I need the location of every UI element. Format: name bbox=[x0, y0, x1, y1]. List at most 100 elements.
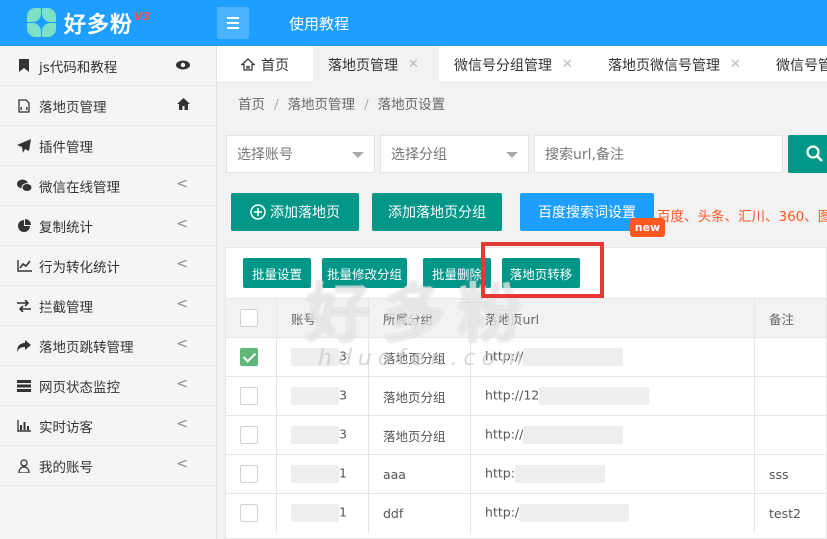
checkbox[interactable] bbox=[240, 426, 258, 444]
url-cell[interactable]: http:// bbox=[485, 349, 523, 364]
sidebar-item-wechat-online[interactable]: 微信在线管理 < bbox=[0, 166, 216, 206]
bookmark-icon bbox=[16, 58, 32, 74]
search-input[interactable]: 搜索url,备注 bbox=[534, 135, 783, 173]
wechat-icon bbox=[16, 178, 32, 194]
url-cell[interactable]: http:// bbox=[485, 427, 523, 442]
sidebar-item-label: 微信在线管理 bbox=[39, 179, 120, 196]
sidebar-item-redirect[interactable]: 落地页跳转管理 < bbox=[0, 326, 216, 366]
close-icon[interactable]: ✕ bbox=[730, 57, 741, 72]
sidebar: js代码和教程 落地页管理 插件管理 微信在线管理 < 复制统计 < 行为转化统… bbox=[0, 46, 217, 539]
group-select[interactable]: 选择分组 bbox=[380, 135, 529, 173]
group-cell: aaa bbox=[368, 454, 472, 494]
sidebar-item-landing-pages[interactable]: 落地页管理 bbox=[0, 86, 216, 126]
search-button[interactable] bbox=[788, 135, 827, 173]
sidebar-item-label: 插件管理 bbox=[39, 139, 93, 156]
checkbox[interactable] bbox=[240, 465, 258, 483]
group-cell: 落地页分组 bbox=[368, 376, 472, 416]
main-content: 首页 / 落地页管理 / 落地页设置 选择账号 选择分组 搜索url,备注 添加落地页 … bbox=[217, 83, 827, 539]
account-select[interactable]: 选择账号 bbox=[226, 135, 375, 173]
column-header[interactable]: 所属分组 bbox=[368, 298, 472, 338]
chevron-left-icon: < bbox=[176, 176, 188, 192]
server-icon bbox=[16, 378, 32, 394]
note-cell bbox=[754, 415, 826, 455]
sidebar-item-intercept[interactable]: 拦截管理 < bbox=[0, 286, 216, 326]
app-logo[interactable]: 好多粉 V3 bbox=[24, 5, 174, 41]
table-row[interactable]: 1 ddf http:/ test2 bbox=[226, 493, 826, 533]
chevron-left-icon: < bbox=[176, 256, 188, 272]
column-header[interactable]: 账号 bbox=[276, 298, 369, 338]
account-cell: 1 bbox=[339, 504, 347, 520]
table-row[interactable]: 3 落地页分组 http:// bbox=[226, 337, 826, 377]
breadcrumb: 首页 / 落地页管理 / 落地页设置 bbox=[238, 97, 446, 113]
sidebar-item-monitor[interactable]: 网页状态监控 < bbox=[0, 366, 216, 406]
batch-settings-button[interactable]: 批量设置 bbox=[243, 258, 311, 288]
checkbox[interactable] bbox=[240, 309, 258, 327]
table-header-row: 账号 所属分组 落地页url 备注 bbox=[226, 298, 826, 338]
url-cell[interactable]: http:/ bbox=[485, 505, 519, 520]
logo-version: V3 bbox=[134, 9, 151, 23]
table-row[interactable]: 3 落地页分组 http:// bbox=[226, 415, 826, 455]
close-icon[interactable]: ✕ bbox=[562, 57, 573, 72]
caret-down-icon bbox=[352, 152, 364, 158]
chevron-left-icon: < bbox=[176, 216, 188, 232]
sidebar-item-label: 行为转化统计 bbox=[39, 259, 120, 276]
line-chart-icon bbox=[16, 258, 32, 274]
tab-wechat-groups[interactable]: 微信号分组管理 ✕ bbox=[454, 46, 573, 83]
tab-label: 微信号分组管理 bbox=[454, 57, 552, 74]
checkbox[interactable] bbox=[240, 387, 258, 405]
breadcrumb-item[interactable]: 首页 bbox=[238, 97, 265, 113]
pie-chart-icon bbox=[16, 218, 32, 234]
search-icon bbox=[806, 145, 824, 167]
sidebar-item-js-code[interactable]: js代码和教程 bbox=[0, 46, 216, 86]
tab-bar: 首页 落地页管理 ✕ 微信号分组管理 ✕ 落地页微信号管理 ✕ 微信号管 bbox=[217, 46, 827, 83]
chevron-left-icon: < bbox=[176, 376, 188, 392]
sidebar-item-label: 网页状态监控 bbox=[39, 379, 120, 396]
sidebar-item-label: 落地页跳转管理 bbox=[39, 339, 134, 356]
batch-modify-group-button[interactable]: 批量修改分组 bbox=[322, 258, 407, 288]
eye-icon[interactable] bbox=[176, 58, 190, 74]
close-icon[interactable]: ✕ bbox=[408, 57, 419, 72]
sidebar-item-realtime[interactable]: 实时访客 < bbox=[0, 406, 216, 446]
account-cell: 3 bbox=[339, 387, 347, 403]
file-code-icon bbox=[16, 98, 32, 114]
note-cell bbox=[754, 337, 826, 377]
logo-text: 好多粉 bbox=[64, 13, 134, 38]
tab-wechat-manage[interactable]: 微信号管 bbox=[776, 46, 827, 83]
table-row[interactable]: 3 落地页分组 http://12 bbox=[226, 376, 826, 416]
menu-toggle-button[interactable] bbox=[217, 7, 249, 39]
tab-label: 落地页微信号管理 bbox=[608, 57, 720, 74]
column-header[interactable]: 备注 bbox=[754, 298, 826, 338]
table-row[interactable]: 1 aaa http: sss bbox=[226, 454, 826, 494]
page-panel: 选择账号 选择分组 搜索url,备注 添加落地页 添加落地页分组 百度搜索词设置… bbox=[217, 119, 827, 539]
checkbox[interactable] bbox=[240, 504, 258, 523]
chevron-left-icon: < bbox=[176, 456, 188, 472]
top-header: 好多粉 V3 使用教程 bbox=[0, 0, 827, 46]
sidebar-item-plugins[interactable]: 插件管理 bbox=[0, 126, 216, 166]
note-cell: sss bbox=[754, 454, 826, 494]
tab-label: 落地页管理 bbox=[328, 57, 398, 74]
breadcrumb-item[interactable]: 落地页管理 bbox=[288, 97, 356, 113]
hamburger-icon bbox=[227, 17, 239, 19]
account-cell: 1 bbox=[339, 465, 347, 481]
chevron-left-icon: < bbox=[176, 296, 188, 312]
checkbox[interactable] bbox=[240, 348, 258, 366]
sidebar-item-copy-stats[interactable]: 复制统计 < bbox=[0, 206, 216, 246]
promo-text[interactable]: 百度、头条、汇川、360、图 bbox=[657, 205, 827, 225]
select-all-cell[interactable] bbox=[226, 298, 278, 338]
url-cell[interactable]: http://12 bbox=[485, 388, 539, 403]
home-icon[interactable] bbox=[177, 98, 190, 114]
tutorial-link[interactable]: 使用教程 bbox=[289, 13, 349, 34]
sidebar-item-behavior-stats[interactable]: 行为转化统计 < bbox=[0, 246, 216, 286]
sidebar-item-label: 复制统计 bbox=[39, 219, 93, 236]
chevron-left-icon: < bbox=[176, 336, 188, 352]
sidebar-item-account[interactable]: 我的账号 < bbox=[0, 446, 216, 486]
url-cell[interactable]: http: bbox=[485, 466, 515, 481]
tab-landing-pages[interactable]: 落地页管理 ✕ bbox=[313, 46, 439, 83]
tab-landing-wechat[interactable]: 落地页微信号管理 ✕ bbox=[608, 46, 741, 83]
add-group-button[interactable]: 添加落地页分组 bbox=[372, 193, 502, 231]
tab-home[interactable]: 首页 bbox=[241, 46, 289, 83]
tab-label: 首页 bbox=[261, 57, 289, 74]
column-header[interactable]: 落地页url bbox=[470, 298, 755, 338]
share-icon bbox=[16, 338, 32, 354]
add-landing-page-button[interactable]: 添加落地页 bbox=[231, 193, 359, 231]
